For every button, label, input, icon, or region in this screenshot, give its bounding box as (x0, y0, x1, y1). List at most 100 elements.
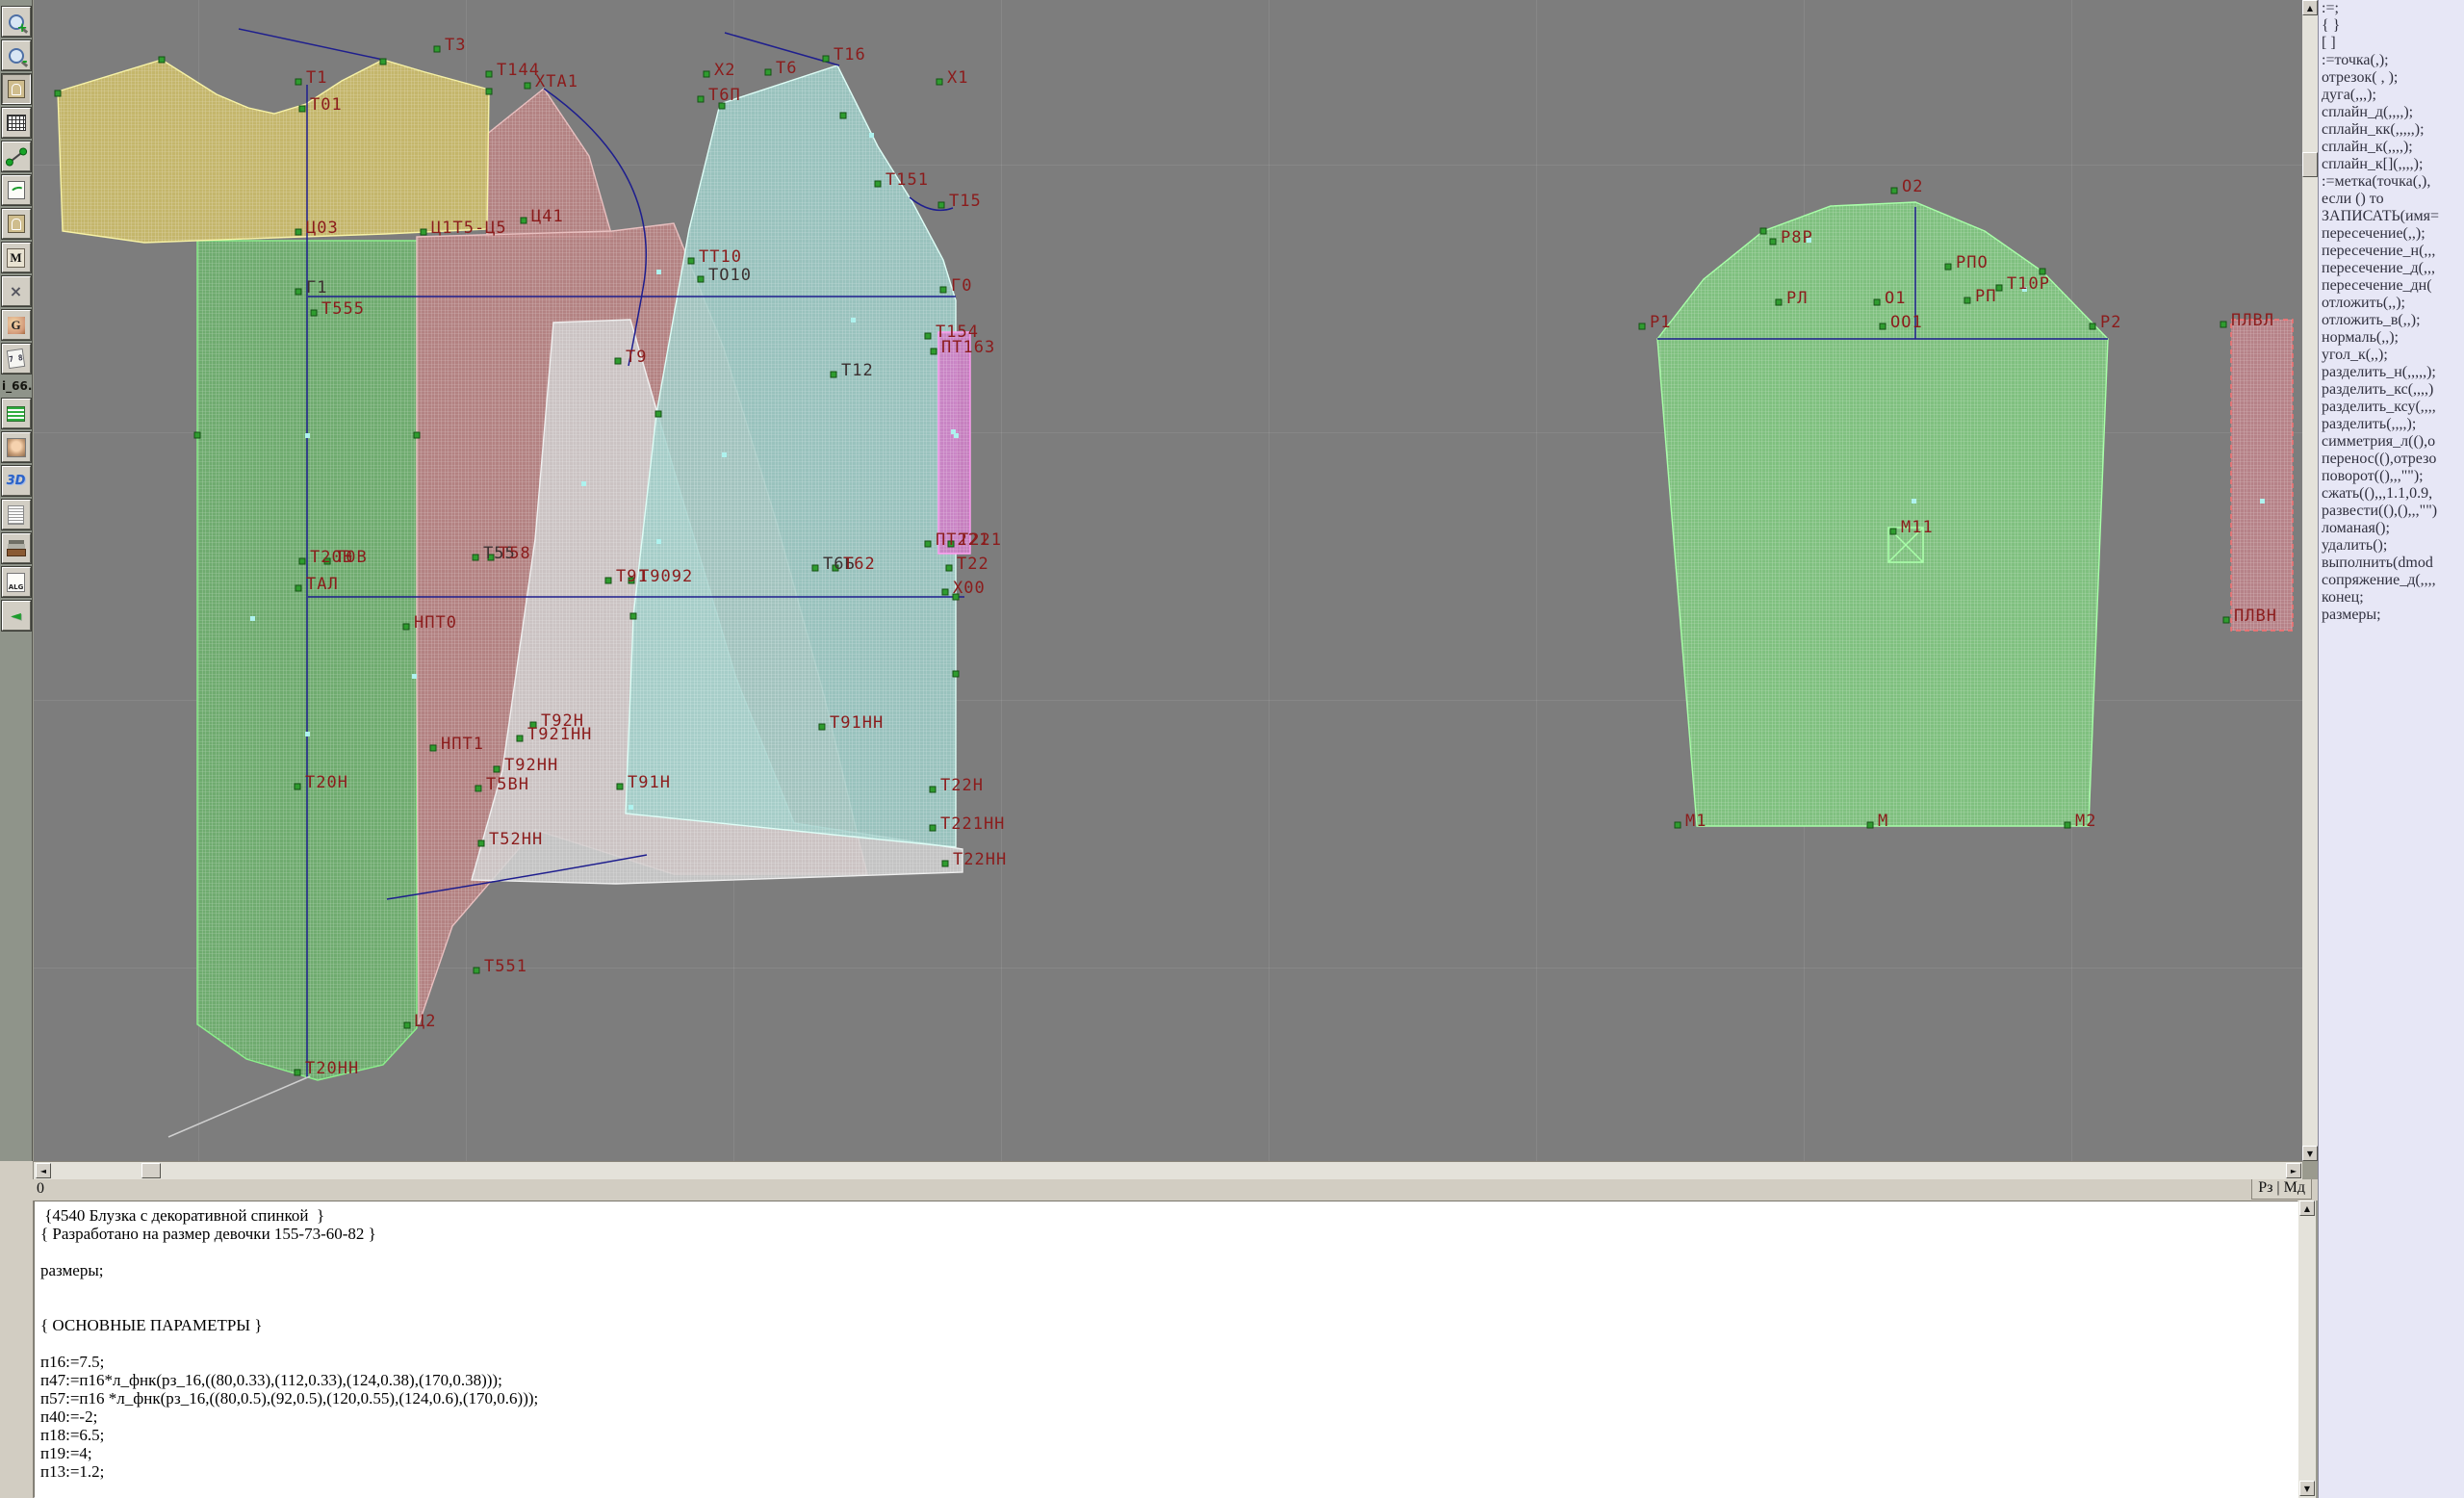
point-marker (946, 565, 952, 571)
operator-item[interactable]: пересечение_д(,,, (2319, 260, 2464, 277)
point-marker (605, 578, 611, 583)
operator-item[interactable]: пересечение(,,); (2319, 225, 2464, 243)
scroll-up-icon[interactable]: ▲ (2299, 1201, 2315, 1216)
point-marker (942, 589, 948, 595)
piece-back-yoke[interactable] (58, 60, 489, 243)
point-label: Т221НН (940, 814, 1005, 834)
text-doc-icon[interactable] (2, 500, 31, 529)
point-marker (615, 358, 621, 364)
point-marker (473, 555, 478, 560)
operator-item[interactable]: пересечение_н(,,, (2319, 243, 2464, 260)
pattern-piece-icon[interactable] (2, 209, 31, 239)
mode-button-Мд[interactable]: Мд (2284, 1179, 2305, 1196)
algorithm-editor[interactable]: {4540 Блузка с декоративной спинкой }{ Р… (34, 1201, 2298, 1498)
drawing-canvas[interactable]: Т3Т144ХТА1Т1Т01Х2Т6Т16Х1Т6ПТ151Т15Ц03Ц1Т… (34, 0, 2302, 1161)
editor-line: { Разработано на размер девочки 155-73-6… (40, 1225, 2297, 1243)
point-marker (2220, 322, 2226, 327)
3d-icon[interactable]: 3D (2, 466, 31, 496)
g-model-icon[interactable]: G (2, 310, 31, 340)
point-marker (925, 333, 931, 339)
point-label: ХТА1 (535, 72, 578, 91)
scroll-left-icon[interactable]: ◄ (36, 1163, 51, 1178)
zoom-in-icon[interactable]: + (2, 7, 31, 37)
export-icon[interactable]: ◄ (2, 601, 31, 631)
operator-item[interactable]: сплайн_кк(,,,,,); (2319, 121, 2464, 139)
piece-mid-magenta-strip[interactable] (938, 332, 970, 554)
editor-line (40, 1481, 2297, 1498)
point-marker (521, 218, 526, 223)
grid-icon[interactable] (2, 108, 31, 138)
mode-button-Рз[interactable]: Рз (2258, 1179, 2272, 1196)
operator-item[interactable]: ЗАПИСАТЬ(имя= (2319, 208, 2464, 225)
editor-line: {4540 Блузка с декоративной спинкой } (40, 1206, 2297, 1225)
operator-item[interactable]: удалить(); (2319, 537, 2464, 555)
alg-doc-icon[interactable]: ALG (2, 567, 31, 597)
canvas-hscrollbar[interactable]: ◄ ► (34, 1161, 2302, 1179)
operator-item[interactable]: выполнить(dmod (2319, 555, 2464, 572)
piece-right-strip[interactable] (2231, 320, 2293, 631)
operator-item[interactable]: отрезок( , ); (2319, 69, 2464, 87)
pattern-drawing: Т3Т144ХТА1Т1Т01Х2Т6Т16Х1Т6ПТ151Т15Ц03Ц1Т… (34, 0, 2302, 1161)
operator-item[interactable]: :=метка(точка(,), (2319, 173, 2464, 191)
scroll-down-icon[interactable]: ▼ (2299, 1481, 2315, 1496)
preview-icon[interactable] (2, 74, 31, 104)
hscroll-thumb[interactable] (141, 1163, 161, 1178)
point-marker (937, 79, 942, 85)
sketch-icon[interactable] (2, 175, 31, 205)
operator-item[interactable]: дуга(,,,); (2319, 87, 2464, 104)
point-marker (875, 181, 881, 187)
mode-toggle[interactable]: Рз | Мд (2251, 1179, 2312, 1200)
operator-item[interactable]: перенос((),отрезо (2319, 451, 2464, 468)
vscroll-thumb[interactable] (2302, 152, 2318, 177)
operator-item[interactable]: ломаная(); (2319, 520, 2464, 537)
editor-line: п19:=4; (40, 1444, 2297, 1462)
operator-item[interactable]: сжать((),,,1.1,0.9, (2319, 485, 2464, 503)
operator-item[interactable]: сплайн_д(,,,,); (2319, 104, 2464, 121)
point-marker (938, 202, 944, 208)
scroll-up-icon[interactable]: ▲ (2302, 0, 2318, 15)
operator-item[interactable]: разделить_ксу(,,,, (2319, 399, 2464, 416)
operator-item[interactable]: разделить(,,,,); (2319, 416, 2464, 433)
photo-icon[interactable] (2, 432, 31, 462)
calc-sheet-icon[interactable]: 7 8 (2, 344, 31, 374)
operator-item[interactable]: :=точка(,); (2319, 52, 2464, 69)
zoom-out-icon[interactable]: - (2, 40, 31, 70)
operator-item[interactable]: если () то (2319, 191, 2464, 208)
operator-item[interactable]: разделить_н(,,,,,); (2319, 364, 2464, 381)
point-label: ПЛВЛ (2231, 311, 2274, 330)
operator-item[interactable]: поворот((),,,""); (2319, 468, 2464, 485)
operator-item[interactable]: размеры; (2319, 607, 2464, 624)
size-table-icon[interactable] (2, 399, 31, 428)
cutting-tools-icon[interactable]: × (2, 276, 31, 306)
operator-item[interactable]: [ ] (2319, 35, 2464, 52)
operator-item[interactable]: { } (2319, 17, 2464, 35)
scale-origin-label: 0 (37, 1180, 44, 1198)
operator-item[interactable]: отложить_в(,,); (2319, 312, 2464, 329)
point-label: ТТ10 (699, 247, 742, 267)
canvas-vscrollbar[interactable]: ▲ ▼ (2302, 0, 2318, 1161)
measure-icon[interactable] (2, 142, 31, 171)
operator-item[interactable]: сопряжение_д(,,,, (2319, 572, 2464, 589)
mode-separator: | (2272, 1179, 2283, 1196)
m-doc-icon[interactable]: M (2, 243, 31, 272)
operator-item[interactable]: пересечение_дн( (2319, 277, 2464, 295)
point-marker (1996, 285, 2002, 291)
operator-item[interactable]: нормаль(,,); (2319, 329, 2464, 347)
piece-sleeve[interactable] (1657, 202, 2108, 826)
editor-line: п47:=п16*л_фнк(рз_16,((80,0.33),(112,0.3… (40, 1371, 2297, 1389)
operator-item[interactable]: отложить(,,); (2319, 295, 2464, 312)
point-label: Ц03 (306, 219, 339, 238)
operator-item[interactable]: :=; (2319, 0, 2464, 17)
operator-item[interactable]: развести((),(),,,"") (2319, 503, 2464, 520)
operator-item[interactable]: сплайн_к(,,,,); (2319, 139, 2464, 156)
editor-vscrollbar[interactable]: ▲ ▼ (2298, 1201, 2316, 1498)
operator-item[interactable]: симметрия_л((),о (2319, 433, 2464, 451)
operator-item[interactable]: угол_к(,,); (2319, 347, 2464, 364)
scroll-down-icon[interactable]: ▼ (2302, 1146, 2318, 1161)
operator-item[interactable]: сплайн_к[](,,,,); (2319, 156, 2464, 173)
books-icon[interactable] (2, 533, 31, 563)
point-label: Х00 (953, 579, 986, 598)
operator-item[interactable]: разделить_кс(,,,,) (2319, 381, 2464, 399)
scroll-right-icon[interactable]: ► (2286, 1163, 2301, 1178)
operator-item[interactable]: конец; (2319, 589, 2464, 607)
